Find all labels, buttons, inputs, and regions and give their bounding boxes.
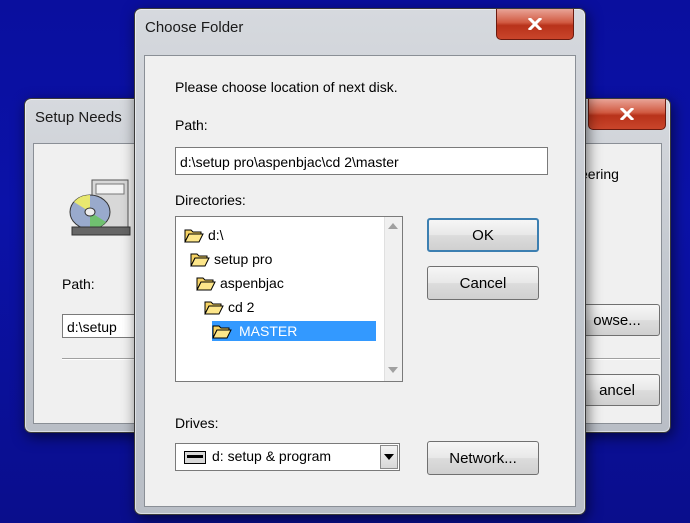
- open-folder-icon: [196, 277, 216, 291]
- setup-disk-icon: [69, 179, 131, 236]
- dialog-titlebar[interactable]: Choose Folder: [135, 9, 585, 49]
- setup-path-label: Path:: [62, 276, 95, 292]
- setup-cancel-button[interactable]: ancel: [574, 374, 660, 406]
- directory-label: cd 2: [228, 299, 255, 315]
- drives-select-value: d: setup & program: [212, 448, 332, 464]
- path-input[interactable]: d:\setup pro\aspenbjac\cd 2\master: [175, 147, 548, 175]
- directories-scrollbar[interactable]: [384, 217, 402, 381]
- open-folder-icon: [190, 253, 210, 267]
- directory-label: d:\: [208, 227, 224, 243]
- dialog-body: Please choose location of next disk. Pat…: [144, 55, 576, 507]
- directory-label: setup pro: [214, 251, 273, 267]
- drives-dropdown-button[interactable]: [380, 445, 398, 469]
- scroll-up-icon[interactable]: [388, 223, 398, 229]
- open-folder-icon: [212, 325, 232, 339]
- scroll-down-icon[interactable]: [388, 367, 398, 373]
- drives-label: Drives:: [175, 415, 219, 431]
- close-icon: [620, 108, 634, 120]
- directory-item-selected[interactable]: MASTER: [212, 321, 376, 341]
- directory-label: aspenbjac: [220, 275, 284, 291]
- open-folder-icon: [204, 301, 224, 315]
- directory-item[interactable]: cd 2: [204, 297, 254, 317]
- setup-window-title: Setup Needs: [35, 109, 122, 126]
- open-folder-icon: [184, 229, 204, 243]
- ok-button[interactable]: OK: [427, 218, 539, 252]
- directory-item[interactable]: setup pro: [190, 249, 272, 269]
- close-icon: [528, 18, 542, 30]
- setup-close-button[interactable]: [588, 99, 666, 130]
- path-label: Path:: [175, 117, 208, 133]
- cancel-button[interactable]: Cancel: [427, 266, 539, 300]
- directory-item[interactable]: d:\: [184, 225, 224, 245]
- drives-select[interactable]: d: setup & program: [175, 443, 400, 471]
- browse-button[interactable]: owse...: [574, 304, 660, 336]
- directories-listbox[interactable]: d:\ setup pro aspenbjac cd 2 MASTER: [175, 216, 403, 382]
- drive-icon: [184, 451, 206, 464]
- network-button[interactable]: Network...: [427, 441, 539, 475]
- directories-label: Directories:: [175, 192, 246, 208]
- prompt-text: Please choose location of next disk.: [175, 79, 398, 95]
- directory-item[interactable]: aspenbjac: [196, 273, 284, 293]
- directory-label: MASTER: [236, 323, 301, 339]
- dialog-close-button[interactable]: [496, 9, 574, 40]
- separator: [574, 358, 660, 360]
- dialog-title: Choose Folder: [145, 19, 244, 36]
- choose-folder-dialog: Choose Folder Please choose location of …: [134, 8, 586, 515]
- chevron-down-icon: [384, 454, 394, 460]
